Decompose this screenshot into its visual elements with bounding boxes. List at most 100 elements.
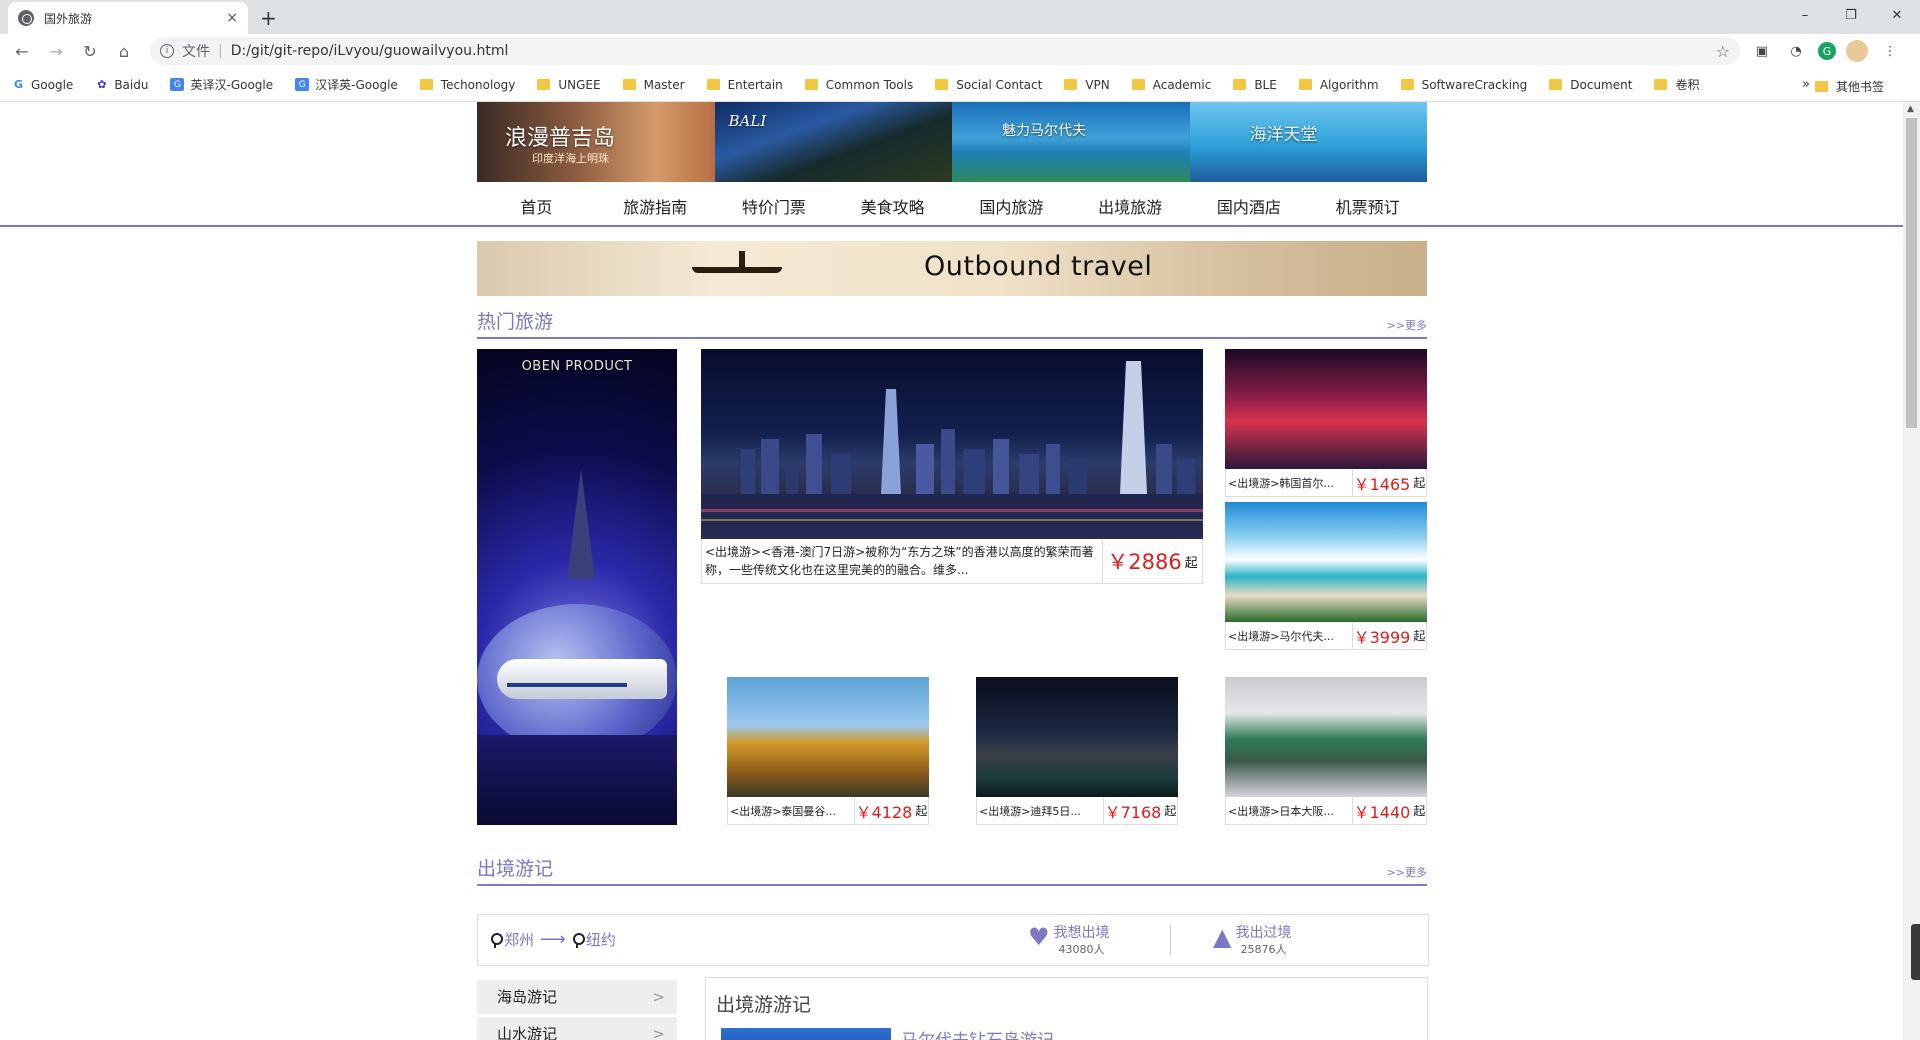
folder-icon <box>1298 79 1312 90</box>
bookmark-label: Baidu <box>114 77 149 92</box>
bookmark-baidu[interactable]: ✿ Baidu <box>95 78 148 92</box>
bookmark-folder[interactable]: Techonology <box>419 78 515 92</box>
banner-bali[interactable]: BALI <box>714 102 952 182</box>
bookmark-folder[interactable]: Document <box>1549 78 1632 92</box>
bookmark-star-icon[interactable]: ☆ <box>1716 42 1730 61</box>
reload-icon[interactable]: ↻ <box>76 37 104 65</box>
want-to-go-stat[interactable]: ♥ 我想出境 43080人 <box>1028 925 1110 957</box>
bookmark-folder[interactable]: VPN <box>1064 78 1110 92</box>
scrollbar-thumb[interactable] <box>1906 118 1917 428</box>
vertical-scrollbar[interactable]: ▲ <box>1903 102 1920 1040</box>
window-close-button[interactable]: ✕ <box>1874 0 1920 30</box>
bookmark-label: Social Contact <box>956 77 1043 92</box>
home-icon[interactable]: ⌂ <box>110 37 138 65</box>
category-item[interactable]: 山水游记 > <box>477 1017 677 1040</box>
price-unit: 起 <box>1413 629 1426 643</box>
tour-description[interactable]: <出境游>马尔代夫... <box>1226 622 1352 649</box>
route-to[interactable]: 纽约 <box>586 929 616 950</box>
been-there-stat[interactable]: ▲ 我出过境 25876人 <box>1213 925 1291 957</box>
banner-maldives[interactable]: 魅力马尔代夫 <box>952 102 1190 182</box>
nav-item-tickets[interactable]: 特价门票 <box>715 194 834 218</box>
city-lights-graphic <box>477 735 677 825</box>
bookmark-label: UNGEE <box>558 77 601 92</box>
menu-icon[interactable]: ⋮ <box>1878 39 1902 63</box>
maximize-button[interactable]: ❐ <box>1828 0 1874 30</box>
nav-item-domestic[interactable]: 国内旅游 <box>952 194 1071 218</box>
banner-ocean[interactable]: 海洋天堂 <box>1189 102 1427 182</box>
banner-phuket[interactable]: 浪漫普吉岛 印度洋海上明珠 <box>477 102 715 182</box>
bookmark-google[interactable]: G Google <box>12 78 73 92</box>
bookmark-translate-zh-en[interactable]: G 汉译英-Google <box>295 76 398 93</box>
bookmark-label: SoftwareCracking <box>1421 77 1528 92</box>
profile-avatar[interactable] <box>1846 40 1868 62</box>
tour-description[interactable]: <出境游>韩国首尔... <box>1226 469 1352 496</box>
tour-description[interactable]: <出境游>泰国曼谷... <box>728 797 854 824</box>
journal-link[interactable]: 马尔代夫钻石岛游记 <box>901 1026 1054 1040</box>
side-dock-handle[interactable] <box>1911 924 1920 980</box>
nav-item-home[interactable]: 首页 <box>477 194 596 218</box>
bookmark-folder[interactable]: Entertain <box>706 78 783 92</box>
bullet-train-graphic <box>497 659 667 699</box>
tour-description[interactable]: <出境游>迪拜5日... <box>977 797 1103 824</box>
more-link[interactable]: >>更多 <box>1387 864 1427 880</box>
price-value: ￥2886 <box>1107 550 1182 574</box>
tour-description[interactable]: <出境游>日本大阪... <box>1226 797 1352 824</box>
bookmark-label: Master <box>643 77 685 92</box>
close-tab-icon[interactable]: × <box>226 10 238 26</box>
bookmark-folder[interactable]: SoftwareCracking <box>1400 77 1528 92</box>
bookmark-folder[interactable]: 卷积 <box>1654 76 1699 93</box>
scroll-up-icon[interactable]: ▲ <box>1907 104 1914 114</box>
back-icon[interactable]: ← <box>8 37 36 65</box>
browser-toolbar: ← → ↻ ⌂ i 文件 | D:/git/git-repo/iLvyou/gu… <box>0 34 1920 68</box>
folder-icon <box>1131 79 1145 90</box>
bookmark-folder[interactable]: BLE <box>1233 78 1277 92</box>
nav-item-hotel[interactable]: 国内酒店 <box>1190 194 1309 218</box>
bookmark-folder[interactable]: Master <box>622 77 685 92</box>
bookmarks-overflow-button[interactable]: » <box>1802 77 1810 92</box>
info-icon[interactable]: i <box>160 44 174 58</box>
baidu-icon: ✿ <box>97 78 107 91</box>
forward-icon[interactable]: → <box>42 37 70 65</box>
bookmark-label: 汉译英-Google <box>315 78 398 92</box>
extension-icon-2[interactable]: ◔ <box>1784 39 1808 63</box>
nav-item-guide[interactable]: 旅游指南 <box>596 194 715 218</box>
page-content: 浪漫普吉岛 印度洋海上明珠 BALI 魅力马尔代夫 海洋天堂 首页 旅游指南 特… <box>0 102 1920 1040</box>
browser-tab[interactable]: 国外旅游 × <box>8 2 248 34</box>
tour-card-maldives[interactable]: <出境游>马尔代夫... ￥3999 起 <box>1225 502 1427 650</box>
folder-icon <box>1654 79 1668 90</box>
nav-item-food[interactable]: 美食攻略 <box>833 194 952 218</box>
other-bookmarks-folder[interactable]: 其他书签 <box>1814 78 1884 95</box>
price-unit: 起 <box>915 804 928 818</box>
bookmark-folder[interactable]: UNGEE <box>537 77 601 92</box>
more-link[interactable]: >>更多 <box>1387 317 1427 333</box>
tour-card-dubai[interactable]: <出境游>迪拜5日... ￥7168 起 <box>976 677 1178 825</box>
journal-section-header: 出境游记 >>更多 <box>477 850 1427 886</box>
featured-tour-card[interactable]: <出境游><香港-澳门7日游>被称为“东方之珠”的香港以高度的繁荣而著称，一些传… <box>701 349 1203 584</box>
tour-card-seoul[interactable]: <出境游>韩国首尔... ￥1465 起 <box>1225 349 1427 497</box>
tour-description[interactable]: <出境游><香港-澳门7日游>被称为“东方之珠”的香港以高度的繁荣而著称，一些传… <box>702 539 1102 583</box>
tour-card-osaka[interactable]: <出境游>日本大阪... ￥1440 起 <box>1225 677 1427 825</box>
bookmark-folder[interactable]: Common Tools <box>804 78 913 92</box>
journal-thumbnail[interactable] <box>721 1028 891 1040</box>
grammarly-icon[interactable]: G <box>1818 42 1836 60</box>
address-bar[interactable]: i 文件 | D:/git/git-repo/iLvyou/guowailvyo… <box>150 37 1740 65</box>
bookmark-label: Document <box>1570 77 1633 92</box>
promo-poster[interactable]: OBEN PRODUCT <box>477 349 677 825</box>
bookmark-folder[interactable]: Academic <box>1131 78 1211 92</box>
tab-strip: 国外旅游 × + – ❐ ✕ <box>0 0 1920 34</box>
new-tab-button[interactable]: + <box>260 6 277 30</box>
bookmark-folder[interactable]: Algorithm <box>1298 78 1379 92</box>
nav-item-outbound[interactable]: 出境旅游 <box>1071 194 1190 218</box>
route-from[interactable]: 郑州 <box>504 929 534 950</box>
tour-caption: <出境游>马尔代夫... ￥3999 起 <box>1225 622 1427 650</box>
bookmark-label: 英译汉-Google <box>190 78 274 92</box>
category-item[interactable]: 海岛游记 > <box>477 980 677 1014</box>
minimize-button[interactable]: – <box>1782 0 1828 30</box>
bookmark-translate-en-zh[interactable]: G 英译汉-Google <box>170 76 273 93</box>
url-text[interactable]: D:/git/git-repo/iLvyou/guowailvyou.html <box>231 43 1716 59</box>
folder-icon <box>1814 81 1828 92</box>
extension-icon[interactable]: ▣ <box>1750 39 1774 63</box>
nav-item-flights[interactable]: 机票预订 <box>1308 194 1427 218</box>
tour-card-bangkok[interactable]: <出境游>泰国曼谷... ￥4128 起 <box>727 677 929 825</box>
bookmark-folder[interactable]: Social Contact <box>935 78 1042 92</box>
